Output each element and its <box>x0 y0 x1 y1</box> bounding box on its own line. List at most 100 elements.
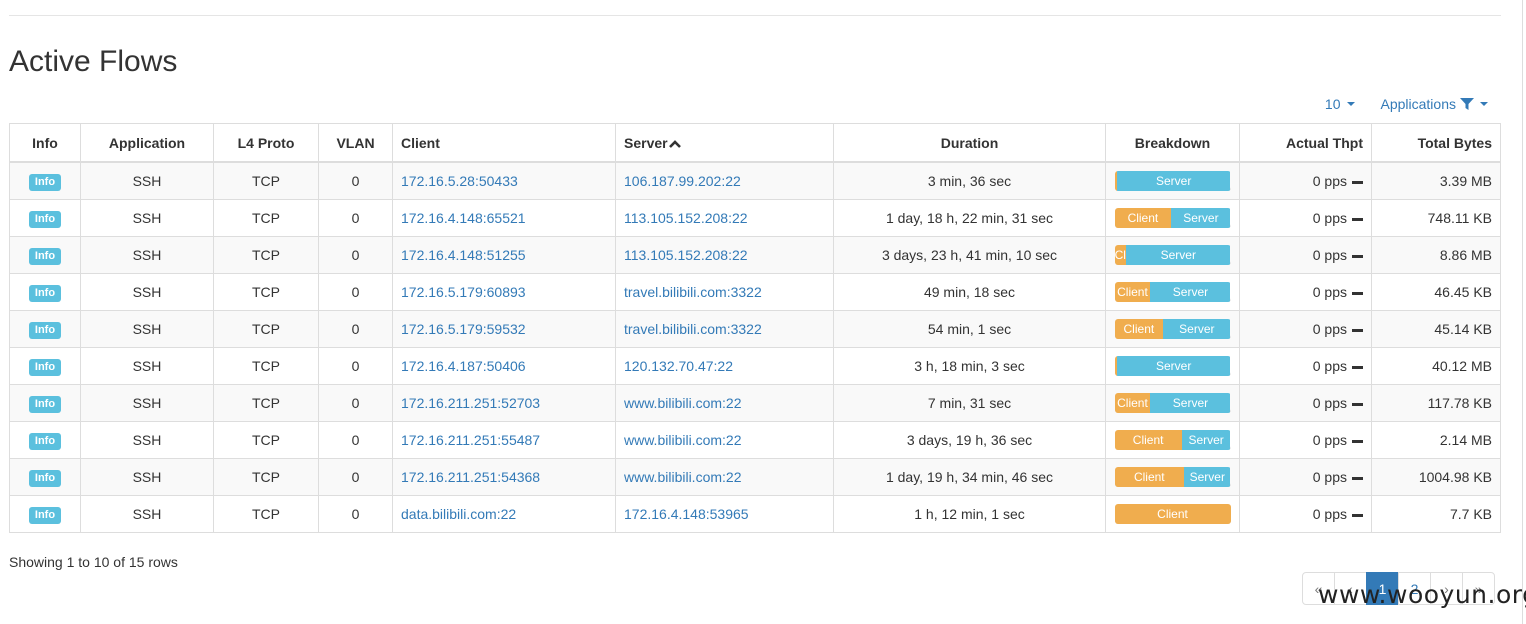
proto-cell: TCP <box>213 421 319 459</box>
application-cell: SSH <box>80 347 214 385</box>
server-link[interactable]: 120.132.70.47:22 <box>624 358 733 374</box>
info-button[interactable]: Info <box>28 210 62 228</box>
server-segment: Server <box>1126 245 1231 265</box>
server-cell: travel.bilibili.com:3322 <box>615 310 834 348</box>
total-bytes-cell: 117.78 KB <box>1371 384 1501 422</box>
breakdown-cell: Server <box>1105 347 1240 385</box>
throughput-value: 0 pps <box>1312 358 1347 374</box>
application-cell: SSH <box>80 161 214 200</box>
proto-cell: TCP <box>213 273 319 311</box>
column-header-vlan[interactable]: VLAN <box>318 123 393 163</box>
column-header-breakdown[interactable]: Breakdown <box>1105 123 1240 163</box>
vlan-cell: 0 <box>318 199 393 237</box>
proto-cell: TCP <box>213 161 319 200</box>
column-header-actual-thpt[interactable]: Actual Thpt <box>1239 123 1372 163</box>
right-border <box>1522 0 1523 624</box>
client-link[interactable]: 172.16.5.179:60893 <box>401 284 526 300</box>
client-link[interactable]: 172.16.5.179:59532 <box>401 321 526 337</box>
info-button[interactable]: Info <box>28 247 62 265</box>
column-header-l4-proto[interactable]: L4 Proto <box>213 123 319 163</box>
server-link[interactable]: 106.187.99.202:22 <box>624 173 741 189</box>
table-row: Info SSH TCP 0 172.16.5.179:59532 travel.bili… <box>9 310 1501 348</box>
column-header-info[interactable]: Info <box>9 123 81 163</box>
throughput-cell: 0 pps <box>1239 273 1372 311</box>
client-segment: Client <box>1114 430 1182 450</box>
application-cell: SSH <box>80 421 214 459</box>
info-button[interactable]: Info <box>28 395 62 413</box>
duration-cell: 3 days, 19 h, 36 sec <box>833 421 1106 459</box>
dash-icon <box>1352 439 1363 443</box>
server-link[interactable]: www.bilibili.com:22 <box>624 469 741 485</box>
table-row: Info SSH TCP 0 172.16.211.251:54368 www.bilib… <box>9 458 1501 496</box>
dash-icon <box>1352 513 1363 517</box>
breakdown-cell: Client Server <box>1105 421 1240 459</box>
vlan-cell: 0 <box>318 458 393 496</box>
client-cell: 172.16.4.187:50406 <box>392 347 616 385</box>
total-bytes-cell: 748.11 KB <box>1371 199 1501 237</box>
server-link[interactable]: travel.bilibili.com:3322 <box>624 284 762 300</box>
vlan-cell: 0 <box>318 236 393 274</box>
server-link[interactable]: 113.105.152.208:22 <box>624 210 748 226</box>
proto-cell: TCP <box>213 458 319 496</box>
pagination: «‹ 1 2 ›» <box>1302 572 1495 605</box>
page-1-button[interactable]: 1 <box>1366 572 1399 605</box>
throughput-value: 0 pps <box>1312 210 1347 226</box>
info-button[interactable]: Info <box>28 358 62 376</box>
proto-cell: TCP <box>213 199 319 237</box>
client-cell: 172.16.211.251:55487 <box>392 421 616 459</box>
page-nav-button[interactable]: « <box>1302 572 1335 605</box>
server-link[interactable]: www.bilibili.com:22 <box>624 432 741 448</box>
column-header-application[interactable]: Application <box>80 123 214 163</box>
client-cell: 172.16.211.251:54368 <box>392 458 616 496</box>
throughput-value: 0 pps <box>1312 284 1347 300</box>
info-cell: Info <box>9 421 81 459</box>
server-link[interactable]: 113.105.152.208:22 <box>624 247 748 263</box>
info-button[interactable]: Info <box>28 432 62 450</box>
client-link[interactable]: 172.16.4.187:50406 <box>401 358 526 374</box>
total-bytes-cell: 40.12 MB <box>1371 347 1501 385</box>
client-segment: Cl <box>1114 245 1127 265</box>
client-link[interactable]: data.bilibili.com:22 <box>401 506 516 522</box>
info-button[interactable]: Info <box>28 469 62 487</box>
column-header-total-bytes[interactable]: Total Bytes <box>1371 123 1501 163</box>
filter-icon <box>1460 98 1474 110</box>
breakdown-bar: Cl Server <box>1114 245 1231 265</box>
server-link[interactable]: travel.bilibili.com:3322 <box>624 321 762 337</box>
info-button[interactable]: Info <box>28 506 62 524</box>
client-link[interactable]: 172.16.5.28:50433 <box>401 173 518 189</box>
info-button[interactable]: Info <box>28 284 62 302</box>
client-link[interactable]: 172.16.211.251:52703 <box>401 395 540 411</box>
throughput-cell: 0 pps <box>1239 161 1372 200</box>
active-flows-table: Info Application L4 Proto VLAN Client Se… <box>9 123 1501 533</box>
page-2-button[interactable]: 2 <box>1398 572 1431 605</box>
client-link[interactable]: 172.16.211.251:55487 <box>401 432 540 448</box>
breakdown-bar: Client Server <box>1114 393 1231 413</box>
page-nav-button[interactable]: ‹ <box>1334 572 1367 605</box>
info-button[interactable]: Info <box>28 321 62 339</box>
server-header-label: Server <box>624 134 668 151</box>
client-cell: data.bilibili.com:22 <box>392 495 616 533</box>
info-cell: Info <box>9 310 81 348</box>
column-header-server[interactable]: Server <box>615 123 834 163</box>
page-nav-button[interactable]: » <box>1462 572 1495 605</box>
server-link[interactable]: www.bilibili.com:22 <box>624 395 741 411</box>
duration-cell: 1 day, 19 h, 34 min, 46 sec <box>833 458 1106 496</box>
page-size-dropdown[interactable]: 10 <box>1325 96 1355 112</box>
client-link[interactable]: 172.16.211.251:54368 <box>401 469 540 485</box>
table-row: Info SSH TCP 0 172.16.5.28:50433 106.187.99.2… <box>9 161 1501 200</box>
application-cell: SSH <box>80 384 214 422</box>
proto-cell: TCP <box>213 495 319 533</box>
page-nav-button[interactable]: › <box>1430 572 1463 605</box>
info-button[interactable]: Info <box>28 173 62 191</box>
vlan-cell: 0 <box>318 273 393 311</box>
application-cell: SSH <box>80 273 214 311</box>
client-link[interactable]: 172.16.4.148:51255 <box>401 247 526 263</box>
applications-filter-dropdown[interactable]: Applications <box>1381 96 1488 112</box>
server-cell: www.bilibili.com:22 <box>615 458 834 496</box>
server-link[interactable]: 172.16.4.148:53965 <box>624 506 749 522</box>
client-link[interactable]: 172.16.4.148:65521 <box>401 210 526 226</box>
column-header-duration[interactable]: Duration <box>833 123 1106 163</box>
server-segment: Server <box>1163 319 1231 339</box>
vlan-cell: 0 <box>318 384 393 422</box>
column-header-client[interactable]: Client <box>392 123 616 163</box>
